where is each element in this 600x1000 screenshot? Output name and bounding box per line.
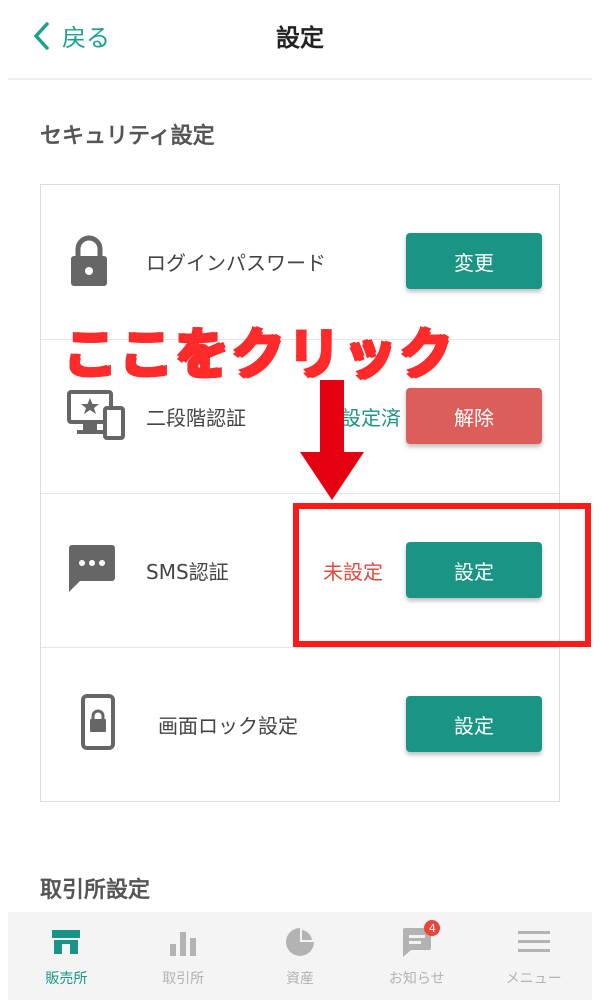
screen-lock-label: 画面ロック設定 [158, 714, 298, 738]
hamburger-icon [517, 926, 551, 958]
page-title: 設定 [276, 24, 324, 52]
change-password-button[interactable]: 変更 [406, 233, 542, 289]
screen-lock-row: 画面ロック設定 設定 [41, 647, 559, 801]
security-section-title: セキュリティ設定 [40, 124, 215, 149]
tab-assets[interactable]: 資産 [242, 912, 359, 1000]
bottom-tab-bar: 販売所 取引所 資産 4 お知らせ メニュー [8, 912, 592, 1000]
bar-chart-icon [168, 926, 198, 958]
header: 戻る 設定 [0, 0, 600, 78]
tab-assets-label: 資産 [285, 971, 314, 987]
tab-notifications[interactable]: 4 お知らせ [358, 912, 475, 1000]
notification-badge: 4 [424, 920, 441, 936]
store-icon [51, 926, 81, 958]
screen-lock-setup-button[interactable]: 設定 [406, 696, 542, 752]
pie-chart-icon [285, 926, 315, 958]
disable-two-factor-button[interactable]: 解除 [406, 388, 542, 444]
tab-menu-label: メニュー [505, 971, 562, 987]
exchange-section-title: 取引所設定 [40, 878, 151, 903]
sms-auth-label: SMS認証 [146, 560, 229, 584]
click-here-callout: ここをクリック [61, 321, 455, 388]
two-factor-devices-icon [67, 390, 125, 444]
tab-exchange-label: 取引所 [162, 971, 205, 987]
sms-chat-icon [67, 544, 117, 598]
tab-menu[interactable]: メニュー [475, 912, 592, 1000]
highlight-box-annotation [293, 503, 591, 647]
header-divider [8, 78, 592, 80]
tab-notifications-label: お知らせ [388, 971, 445, 987]
down-arrow-annotation [300, 380, 364, 500]
tab-store-label: 販売所 [45, 971, 88, 987]
lock-icon [67, 233, 111, 293]
tab-exchange[interactable]: 取引所 [125, 912, 242, 1000]
tab-store[interactable]: 販売所 [8, 912, 125, 1000]
phone-lock-icon [81, 694, 115, 754]
